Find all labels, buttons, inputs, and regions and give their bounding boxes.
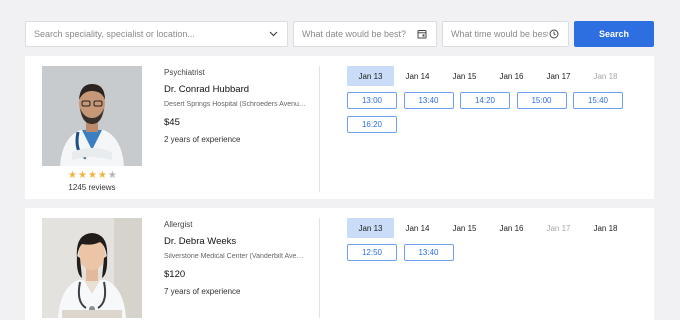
doctor-specialty: Allergist [164,220,193,229]
date-input[interactable]: What date would be best? [293,21,437,47]
specialty-placeholder: Search speciality, specialist or locatio… [34,29,195,39]
date-tab[interactable]: Jan 16 [488,66,535,86]
doctor-hospital: Silverstone Medical Center (Vanderbilt A… [164,253,306,260]
time-slot-button[interactable]: 12:50 [347,244,397,261]
time-slot-button[interactable]: 15:40 [573,92,623,109]
doctor-hospital: Desert Springs Hospital (Schroeders Aven… [164,101,306,108]
doctor-card: Allergist Dr. Debra Weeks Silverstone Me… [25,208,654,320]
date-tab[interactable]: Jan 18 [582,218,629,238]
star-filled-icon: ★ [68,170,78,181]
clock-icon[interactable] [548,28,560,40]
card-divider [319,218,320,318]
time-slot-button[interactable]: 16:20 [347,116,397,133]
card-divider [319,66,320,192]
time-slot-button[interactable]: 13:40 [403,244,454,261]
date-tab[interactable]: Jan 13 [347,66,394,86]
doctor-specialty: Psychiatrist [164,68,205,77]
star-filled-icon: ★ [87,170,98,181]
doctor-card: ★★★★★ 1245 reviews Psychiatrist Dr. Conr… [25,56,654,199]
date-tab: Jan 17 [546,223,571,233]
date-tab[interactable]: Jan 17 [535,66,582,86]
star-filled-icon: ★ [77,170,88,181]
time-slot-button[interactable]: 13:40 [403,92,454,109]
review-count[interactable]: 1245 reviews [42,183,142,192]
star-empty-icon: ★ [107,170,118,181]
doctor-photo[interactable] [42,66,142,166]
star-filled-icon: ★ [97,170,108,181]
date-tab[interactable]: Jan 15 [441,66,488,86]
time-slot-button[interactable]: 15:00 [516,92,567,109]
doctor-experience: 7 years of experience [164,287,241,296]
doctor-name[interactable]: Dr. Debra Weeks [164,236,309,247]
date-placeholder: What date would be best? [302,29,407,39]
rating-stars: ★★★★★ [68,170,118,181]
date-tab[interactable]: Jan 16 [488,218,535,238]
date-tabs: Jan 13 Jan 14 Jan 15 Jan 16 Jan 17 Jan 18 [347,218,629,238]
consultation-price: $45 [164,117,180,128]
date-tab: Jan 18 [593,71,618,81]
doctor-info: Psychiatrist Dr. Conrad Hubbard Desert S… [164,68,309,144]
doctor-name[interactable]: Dr. Conrad Hubbard [164,84,309,95]
date-tab[interactable]: Jan 13 [347,218,394,238]
date-tab[interactable]: Jan 14 [394,66,441,86]
doctor-info: Allergist Dr. Debra Weeks Silverstone Me… [164,220,309,296]
search-button[interactable]: Search [574,21,654,47]
date-tabs: Jan 13 Jan 14 Jan 15 Jan 16 Jan 17 Jan 18 [347,66,629,86]
search-bar: Search speciality, specialist or locatio… [0,0,680,54]
calendar-icon[interactable] [416,28,428,40]
chevron-down-icon [267,28,279,40]
time-slot-button[interactable]: 13:00 [347,92,397,109]
doctor-photo[interactable] [42,218,142,318]
doctor-experience: 2 years of experience [164,135,241,144]
date-tab[interactable]: Jan 15 [441,218,488,238]
time-slot-button[interactable]: 14:20 [460,92,510,109]
specialty-select[interactable]: Search speciality, specialist or locatio… [25,21,288,47]
time-input[interactable]: What time would be best? [442,21,569,47]
consultation-price: $120 [164,269,186,280]
date-tab[interactable]: Jan 14 [394,218,441,238]
time-placeholder: What time would be best? [451,29,548,39]
